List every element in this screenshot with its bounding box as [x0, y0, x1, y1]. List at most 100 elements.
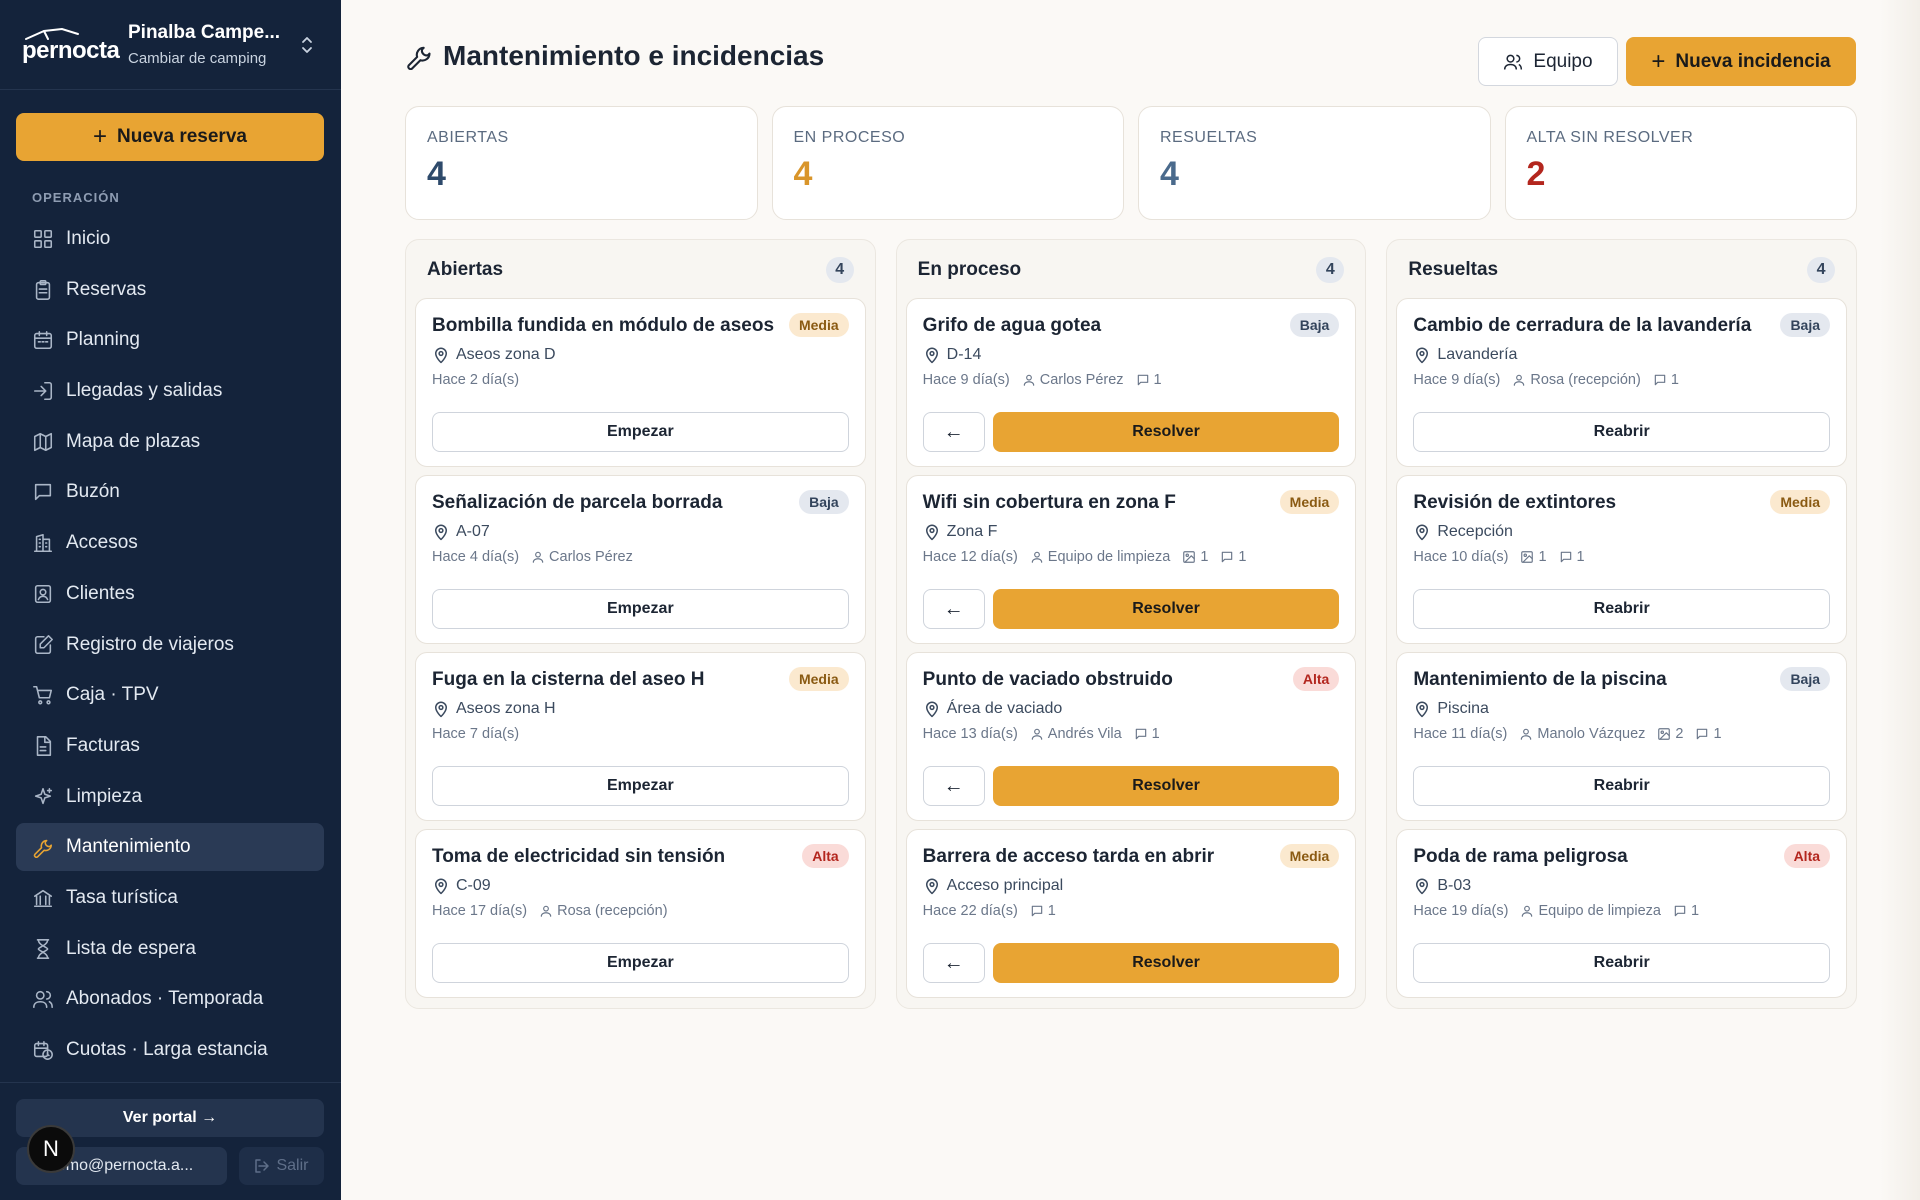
logo-text: pernocta — [22, 36, 120, 64]
age-text: Hace 13 día(s) — [922, 726, 1018, 742]
user-icon — [1022, 373, 1036, 387]
sidebar-item-buzon[interactable]: Buzón — [16, 468, 324, 516]
sidebar-item-llegadas-y-salidas[interactable]: Llegadas y salidas — [16, 367, 324, 415]
card-actions: Empezar — [432, 766, 849, 806]
sidebar-item-limpieza[interactable]: Limpieza — [16, 773, 324, 821]
sidebar-item-caja-tpv[interactable]: Caja · TPV — [16, 671, 324, 719]
resolve-button[interactable]: Resolver — [992, 766, 1340, 806]
incident-card[interactable]: Mantenimiento de la piscina Baja Piscina Ha… — [1396, 652, 1848, 821]
priority-badge: Alta — [802, 844, 849, 868]
chevron-updown-icon[interactable] — [299, 34, 319, 56]
brand-header[interactable]: pernocta Pinalba Campe... Cambiar de cam… — [0, 0, 341, 90]
sidebar-footer: Ver portal → demo@pernocta.a... Salir — [0, 1082, 341, 1185]
incident-title: Revisión de extintores — [1413, 492, 1617, 513]
incident-card[interactable]: Barrera de acceso tarda en abrir Media Acc… — [905, 829, 1357, 998]
incident-card[interactable]: Señalización de parcela borrada Baja A-07 H… — [415, 475, 866, 644]
start-button[interactable]: Empezar — [432, 943, 849, 983]
stat-card: ABIERTAS 4 — [405, 106, 758, 220]
incident-card[interactable]: Poda de rama peligrosa Alta B-03 Hace 19 dí… — [1396, 829, 1848, 998]
card-actions: Empezar — [432, 943, 849, 983]
priority-badge: Baja — [799, 490, 849, 514]
stat-card: EN PROCESO 4 — [771, 106, 1124, 220]
start-button[interactable]: Empezar — [432, 412, 849, 452]
card-age: Hace 22 día(s) — [923, 903, 1018, 919]
comment-icon — [1673, 904, 1687, 918]
sidebar-item-lista-de-espera[interactable]: Lista de espera — [16, 925, 324, 973]
map-pin-icon — [1413, 877, 1431, 895]
incident-title: Punto de vaciado obstruido — [922, 669, 1173, 690]
sidebar-item-facturas[interactable]: Facturas — [16, 722, 324, 770]
move-back-button[interactable]: ← — [922, 766, 985, 806]
incident-card[interactable]: Cambio de cerradura de la lavandería Baja… — [1396, 298, 1848, 467]
incident-card[interactable]: Bombilla fundida en módulo de aseos Media… — [415, 298, 866, 467]
reopen-button[interactable]: Reabrir — [1413, 766, 1831, 806]
wrench-icon — [405, 42, 433, 70]
stat-label: EN PROCESO — [793, 129, 906, 146]
new-incident-button[interactable]: + Nueva incidencia — [1626, 37, 1856, 86]
card-assignee: Manolo Vázquez — [1519, 726, 1645, 742]
camping-switcher[interactable]: Pinalba Campe... Cambiar de camping — [128, 22, 299, 67]
incident-card[interactable]: Toma de electricidad sin tensión Alta C-09… — [415, 829, 866, 998]
priority-badge: Media — [1279, 844, 1340, 868]
card-comments: 1 — [1220, 549, 1246, 565]
assignee-text: Equipo de limpieza — [1047, 549, 1171, 565]
location-text: Recepción — [1437, 523, 1513, 540]
sidebar: pernocta Pinalba Campe... Cambiar de cam… — [0, 0, 341, 1200]
incident-card[interactable]: Punto de vaciado obstruido Alta Área de va… — [905, 652, 1357, 821]
new-reservation-button[interactable]: + Nueva reserva — [16, 113, 324, 161]
comment-count: 1 — [1047, 903, 1056, 919]
avatar[interactable]: N — [27, 1125, 75, 1173]
reopen-button[interactable]: Reabrir — [1413, 943, 1831, 983]
sidebar-item-mapa-de-plazas[interactable]: Mapa de plazas — [16, 418, 324, 466]
comment-count: 1 — [1576, 549, 1585, 565]
incident-card[interactable]: Fuga en la cisterna del aseo H Media Aseos… — [415, 652, 866, 821]
card-age: Hace 4 día(s) — [432, 549, 519, 565]
incident-meta: Hace 13 día(s) Andrés Vila 1 — [923, 726, 1340, 742]
sidebar-item-label: Registro de viajeros — [66, 633, 234, 655]
incident-card[interactable]: Grifo de agua gotea Baja D-14 Hace 9 día(s)… — [905, 298, 1357, 467]
sidebar-item-planning[interactable]: Planning — [16, 316, 324, 364]
resolve-button[interactable]: Resolver — [992, 943, 1340, 983]
cart-icon — [32, 684, 54, 706]
resolve-button[interactable]: Resolver — [992, 589, 1340, 629]
map-pin-icon — [1413, 700, 1431, 718]
sidebar-item-abonados-temporada[interactable]: Abonados · Temporada — [16, 975, 324, 1023]
incident-card[interactable]: Wifi sin cobertura en zona F Media Zona F H… — [905, 475, 1357, 644]
sidebar-item-registro-de-viajeros[interactable]: Registro de viajeros — [16, 621, 324, 669]
team-button[interactable]: Equipo — [1478, 37, 1618, 86]
sidebar-item-tasa-turistica[interactable]: Tasa turística — [16, 874, 324, 922]
reopen-button[interactable]: Reabrir — [1413, 589, 1831, 629]
resolve-button[interactable]: Resolver — [992, 412, 1340, 452]
logout-button[interactable]: Salir — [239, 1147, 324, 1185]
comment-count: 1 — [1690, 903, 1700, 919]
image-icon — [1182, 550, 1196, 564]
priority-badge: Baja — [1289, 313, 1340, 337]
kanban-board: Abiertas 4 Bombilla fundida en módulo de a… — [405, 239, 1858, 1009]
start-button[interactable]: Empezar — [432, 766, 849, 806]
assignee-text: Rosa (recepción) — [1530, 372, 1641, 388]
sidebar-item-inicio[interactable]: Inicio — [16, 215, 324, 263]
sidebar-item-clientes[interactable]: Clientes — [16, 570, 324, 618]
move-back-button[interactable]: ← — [922, 943, 985, 983]
age-text: Hace 9 día(s) — [1413, 372, 1501, 388]
sidebar-item-accesos[interactable]: Accesos — [16, 519, 324, 567]
sidebar-item-mantenimiento[interactable]: Mantenimiento — [16, 823, 324, 872]
card-actions: ← Resolver — [922, 412, 1340, 452]
location-text: A-07 — [456, 523, 490, 540]
map-icon — [32, 431, 54, 453]
incident-card[interactable]: Revisión de extintores Media Recepción Hace… — [1396, 475, 1848, 644]
stats-row: ABIERTAS 4 EN PROCESO 4 RESUELTAS 4 ALTA SIN R… — [405, 106, 1857, 220]
map-pin-icon — [923, 523, 941, 541]
start-button[interactable]: Empezar — [432, 589, 849, 629]
card-actions: ← Resolver — [922, 766, 1340, 806]
reopen-button[interactable]: Reabrir — [1413, 412, 1831, 452]
sidebar-item-cuotas-larga-estancia[interactable]: Cuotas · Larga estancia — [16, 1026, 324, 1074]
move-back-button[interactable]: ← — [922, 412, 985, 452]
card-actions: Empezar — [432, 589, 849, 629]
incident-location: Aseos zona D — [432, 346, 849, 364]
sidebar-item-reservas[interactable]: Reservas — [16, 266, 324, 314]
move-back-button[interactable]: ← — [922, 589, 985, 629]
stat-value: 4 — [793, 155, 813, 193]
user-icon — [1030, 727, 1044, 741]
location-text: Área de vaciado — [946, 700, 1063, 717]
